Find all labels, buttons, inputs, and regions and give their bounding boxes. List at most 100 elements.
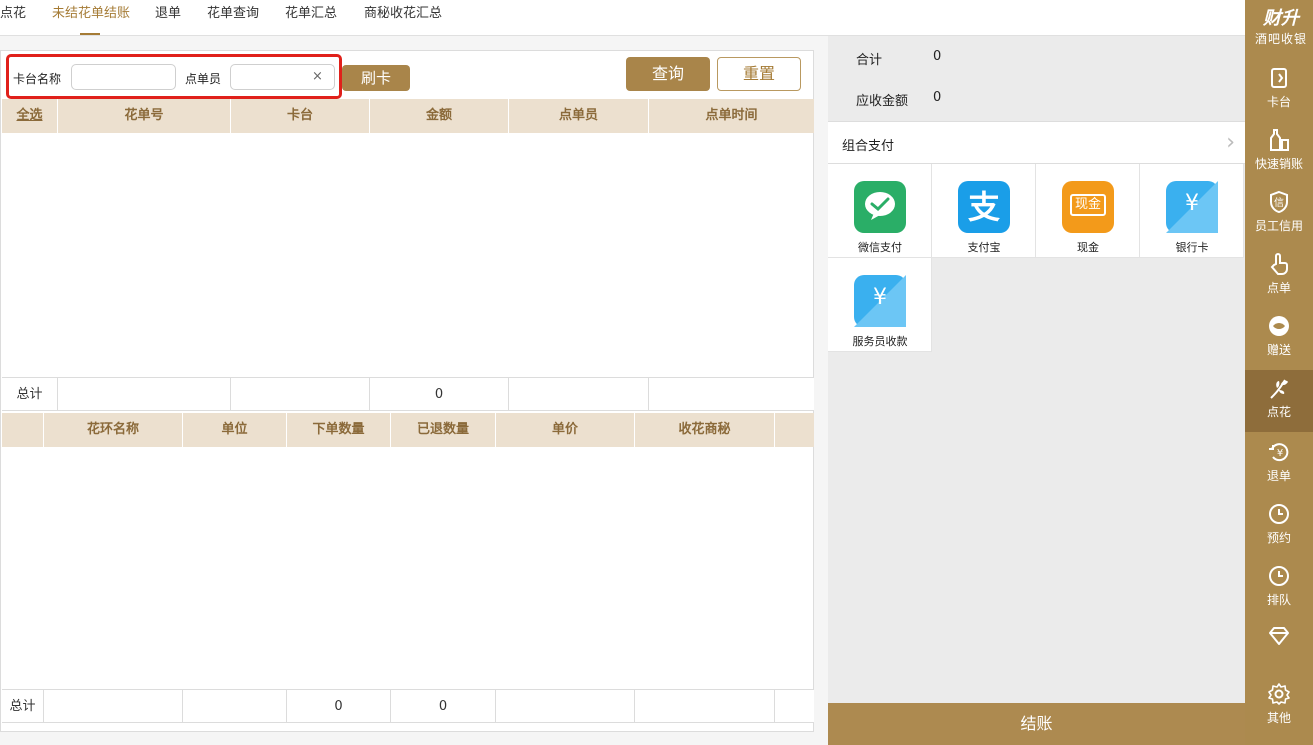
items-total-returned: 0 [391,690,496,723]
table-header: 卡台 [231,99,370,133]
sidebar-label: 员工信用 [1254,219,1303,233]
orders-total-label: 总计 [2,378,58,411]
amount-header: 金额 [370,99,509,133]
table-name-label: 卡台名称 [13,72,62,86]
payment-method-label: 服务员收款 [852,335,908,348]
total-cell [58,378,231,411]
unit-header: 单位 [183,413,287,447]
payment-method-label: 现金 [1077,241,1099,254]
items-blank-header [2,413,44,447]
order-time-header: 点单时间 [705,108,758,123]
brand-logo: 财升 [1263,8,1299,29]
sidebar-item-refund[interactable]: ¥ 退单 [1245,434,1313,496]
items-total-ordered: 0 [287,690,391,723]
swipe-card-button[interactable]: 刷卡 [342,65,410,91]
payment-method-label: 微信支付 [858,241,902,254]
queue-icon [1245,564,1313,588]
total-cell [649,378,814,411]
checkout-button[interactable]: 结账 [828,703,1245,745]
tab-refund[interactable]: 退单 [155,6,181,34]
total-cell [44,690,183,723]
staff-label: 点单员 [185,72,222,86]
bank-card-icon-text: ¥ [1185,191,1199,216]
refund-icon: ¥ [1245,440,1313,464]
svg-text:支: 支 [968,188,1000,226]
payment-panel: 合计 0 应收金额 0 组合支付 › 微信支付 支 支付宝 现金 现金 ¥ 银行… [828,36,1245,745]
payment-alipay[interactable]: 支 支付宝 [932,164,1036,258]
staff-credit-icon: 信 [1245,190,1313,214]
cash-icon-text: 现金 [1070,194,1106,216]
tab-secretary-summary[interactable]: 商秘收花汇总 [364,6,442,34]
sidebar-item-gift[interactable]: 赠送 [1245,308,1313,370]
svg-text:¥: ¥ [1277,448,1283,459]
items-total-row: 总计 0 0 [2,689,814,723]
total-cell [496,690,635,723]
sidebar-label: 点单 [1266,281,1291,295]
staff-header: 点单员 [509,99,649,133]
ordered-qty-header: 下单数量 [287,413,391,447]
svg-text:信: 信 [1274,197,1284,209]
reservation-icon [1245,502,1313,526]
waiter-payment-icon: ¥ [854,275,906,327]
sidebar-label: 排队 [1266,593,1291,607]
total-cell [775,690,814,723]
table-name-input[interactable] [71,64,176,90]
gift-icon [1245,314,1313,338]
sidebar-item-other[interactable]: 其他 [1245,676,1313,738]
query-button[interactable]: 查询 [626,57,710,91]
combo-payment-row[interactable]: 组合支付 › [828,121,1245,164]
orders-total-row: 总计 0 [2,377,814,411]
sidebar-item-table[interactable]: 卡台 [1245,60,1313,122]
items-total-label: 总计 [2,690,44,723]
main-sidebar: 财升 酒吧收银 卡台 快速销账 信 员工信用 点单 赠送 点花 ¥ 退单 预约 … [1245,0,1313,745]
brand-subtitle: 酒吧收银 [1255,32,1308,46]
bank-card-icon: ¥ [1166,181,1218,233]
total-cell [231,378,370,411]
payment-bank-card[interactable]: ¥ 银行卡 [1140,164,1244,258]
total-cell [183,690,287,723]
tab-unsettled-checkout[interactable]: 未结花单结账 [52,6,130,35]
order-icon [1245,252,1313,276]
items-table-header: 花环名称 单位 下单数量 已退数量 单价 收花商秘 [2,413,814,447]
tab-flower[interactable]: 点花 [0,6,26,34]
sidebar-label: 预约 [1266,531,1291,545]
order-no-header: 花单号 [58,99,231,133]
combo-payment-label: 组合支付 [842,139,895,154]
secretary-header: 收花商秘 [635,413,775,447]
sidebar-label: 赠送 [1266,343,1291,357]
select-all-header[interactable]: 全选 [2,99,58,133]
sidebar-item-diamond[interactable] [1245,618,1313,680]
tab-order-query[interactable]: 花单查询 [207,6,259,34]
sidebar-item-reservation[interactable]: 预约 [1245,496,1313,558]
receivable-value: 0 [933,90,942,105]
payment-cash[interactable]: 现金 现金 [1036,164,1140,258]
sidebar-label: 退单 [1266,469,1291,483]
returned-qty-header: 已退数量 [391,413,496,447]
sidebar-item-quick-writeoff[interactable]: 快速销账 [1245,122,1313,184]
payment-wechat[interactable]: 微信支付 [828,164,932,258]
orders-table-header: 全选 花单号 卡台 金额 点单员 点单时间 [2,99,814,133]
table-icon [1245,66,1313,90]
clear-staff-icon[interactable]: × [312,69,323,84]
receivable-label: 应收金额 [856,94,909,109]
payment-waiter[interactable]: ¥ 服务员收款 [828,258,932,352]
reset-button[interactable]: 重置 [717,57,801,91]
items-tail-header [775,413,814,447]
sidebar-item-queue[interactable]: 排队 [1245,558,1313,620]
total-cell [509,378,649,411]
total-label: 合计 [856,53,883,68]
tab-order-summary[interactable]: 花单汇总 [285,6,337,34]
price-header: 单价 [496,413,635,447]
flower-name-header: 花环名称 [44,413,183,447]
sidebar-item-order[interactable]: 点单 [1245,246,1313,308]
sidebar-label: 点花 [1266,405,1291,419]
orders-total-amount: 0 [370,378,509,411]
sidebar-item-staff-credit[interactable]: 信 员工信用 [1245,184,1313,246]
total-value: 0 [933,49,942,64]
sidebar-item-flower[interactable]: 点花 [1245,370,1313,432]
waiter-icon-text: ¥ [873,285,887,310]
chevron-right-icon: › [1226,130,1235,155]
orders-panel: 卡台名称 点单员 × 刷卡 查询 重置 全选 花单号 卡台 金额 点单员 点单时… [0,50,814,732]
sidebar-label: 快速销账 [1254,157,1303,171]
quick-writeoff-icon [1245,128,1313,152]
